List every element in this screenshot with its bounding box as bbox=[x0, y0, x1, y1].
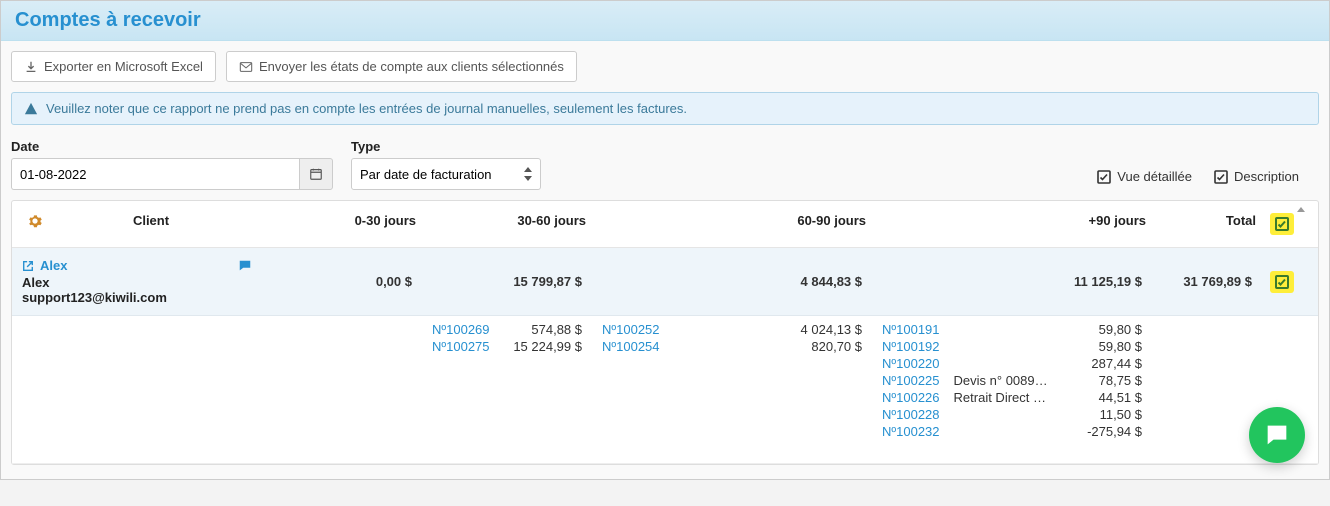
invoice-amount: 59,80 $ bbox=[1062, 322, 1142, 337]
send-statements-button[interactable]: Envoyer les états de compte aux clients … bbox=[226, 51, 577, 82]
invoice-item: Nº100226 Retrait Direct 21 déce… 44,51 $ bbox=[882, 390, 1142, 405]
invoice-link[interactable]: Nº100192 bbox=[882, 339, 940, 354]
row-checkbox[interactable] bbox=[1270, 271, 1294, 293]
invoice-amount: 287,44 $ bbox=[1062, 356, 1142, 371]
col-0-30: 0-30 jours bbox=[262, 211, 422, 230]
client-link-label: Alex bbox=[40, 258, 67, 273]
client-summary-row: Alex Alex support123@kiwili.com 0,00 $ 1… bbox=[12, 248, 1318, 316]
invoice-amount: 15 224,99 $ bbox=[502, 339, 582, 354]
invoice-link[interactable]: Nº100254 bbox=[602, 339, 660, 354]
invoice-description bbox=[954, 356, 1052, 371]
invoice-item: Nº100225 Devis n° 00890 : 30 % 78,75 $ bbox=[882, 373, 1142, 388]
invoice-item: Nº100269 574,88 $ bbox=[432, 322, 582, 337]
export-excel-button[interactable]: Exporter en Microsoft Excel bbox=[11, 51, 216, 82]
page-title: Comptes à recevoir bbox=[15, 9, 1315, 32]
export-excel-label: Exporter en Microsoft Excel bbox=[44, 59, 203, 74]
invoice-amount: 574,88 $ bbox=[502, 322, 582, 337]
invoice-item: Nº100252 4 024,13 $ bbox=[602, 322, 862, 337]
envelope-icon bbox=[239, 60, 253, 74]
client-name: Alex bbox=[22, 275, 252, 290]
invoice-amount: 4 024,13 $ bbox=[782, 322, 862, 337]
info-note-text: Veuillez noter que ce rapport ne prend p… bbox=[46, 101, 687, 116]
col-total: Total bbox=[1152, 211, 1262, 230]
invoice-item: Nº100228 11,50 $ bbox=[882, 407, 1142, 422]
type-select[interactable]: Par date de facturation bbox=[351, 158, 541, 190]
invoice-description bbox=[954, 339, 1052, 354]
invoice-link[interactable]: Nº100252 bbox=[602, 322, 660, 337]
invoice-link[interactable]: Nº100191 bbox=[882, 322, 940, 337]
date-label: Date bbox=[11, 139, 333, 154]
download-icon bbox=[24, 60, 38, 74]
invoice-description bbox=[954, 407, 1052, 422]
warning-icon bbox=[24, 102, 38, 116]
invoice-description: Retrait Direct 21 déce… bbox=[954, 390, 1052, 405]
invoice-amount: 44,51 $ bbox=[1062, 390, 1142, 405]
invoice-link[interactable]: Nº100228 bbox=[882, 407, 940, 422]
col-90-plus: +90 jours bbox=[872, 211, 1152, 230]
invoice-item: Nº100220 287,44 $ bbox=[882, 356, 1142, 371]
invoice-item: Nº100232 -275,94 $ bbox=[882, 424, 1142, 439]
invoice-item: Nº100192 59,80 $ bbox=[882, 339, 1142, 354]
invoice-amount: 820,70 $ bbox=[782, 339, 862, 354]
comment-icon[interactable] bbox=[238, 259, 252, 273]
invoice-description: Devis n° 00890 : 30 % bbox=[954, 373, 1052, 388]
detailed-view-label: Vue détaillée bbox=[1117, 169, 1192, 184]
invoice-description bbox=[954, 424, 1052, 439]
col-30-60: 30-60 jours bbox=[422, 211, 592, 230]
chat-icon bbox=[1263, 421, 1291, 449]
external-link-icon bbox=[22, 260, 34, 272]
client-link[interactable]: Alex bbox=[22, 258, 67, 273]
invoice-amount: -275,94 $ bbox=[1062, 424, 1142, 439]
invoice-link[interactable]: Nº100220 bbox=[882, 356, 940, 371]
description-toggle[interactable]: Description bbox=[1214, 169, 1299, 184]
invoice-amount: 78,75 $ bbox=[1062, 373, 1142, 388]
invoice-amount: 11,50 $ bbox=[1062, 407, 1142, 422]
detailed-view-toggle[interactable]: Vue détaillée bbox=[1097, 169, 1192, 184]
sum-60-90: 4 844,83 $ bbox=[592, 274, 872, 289]
checkbox-checked-icon bbox=[1214, 170, 1228, 184]
calendar-icon bbox=[309, 167, 323, 181]
client-email: support123@kiwili.com bbox=[22, 290, 252, 305]
date-picker-button[interactable] bbox=[299, 158, 333, 190]
gear-icon[interactable] bbox=[18, 214, 46, 228]
info-note: Veuillez noter que ce rapport ne prend p… bbox=[11, 92, 1319, 125]
invoice-link[interactable]: Nº100275 bbox=[432, 339, 490, 354]
invoice-link[interactable]: Nº100226 bbox=[882, 390, 940, 405]
type-label: Type bbox=[351, 139, 541, 154]
select-all-checkbox[interactable] bbox=[1270, 213, 1294, 235]
toolbar: Exporter en Microsoft Excel Envoyer les … bbox=[1, 41, 1329, 92]
client-detail-row: Nº100269 574,88 $ Nº100275 15 224,99 $ Nº10… bbox=[12, 316, 1318, 464]
invoice-item: Nº100191 59,80 $ bbox=[882, 322, 1142, 337]
invoice-link[interactable]: Nº100269 bbox=[432, 322, 490, 337]
invoice-item: Nº100254 820,70 $ bbox=[602, 339, 862, 354]
col-60-90: 60-90 jours bbox=[592, 211, 872, 230]
invoice-item: Nº100275 15 224,99 $ bbox=[432, 339, 582, 354]
sum-total: 31 769,89 $ bbox=[1152, 274, 1262, 289]
invoice-description bbox=[954, 322, 1052, 337]
invoice-link[interactable]: Nº100225 bbox=[882, 373, 940, 388]
column-sort-icon[interactable] bbox=[1296, 207, 1314, 225]
checkbox-checked-icon bbox=[1097, 170, 1111, 184]
col-client: Client bbox=[46, 213, 256, 228]
chat-widget[interactable] bbox=[1249, 407, 1305, 463]
filters-bar: Date Type Par date de facturation bbox=[1, 139, 1329, 200]
invoice-amount: 59,80 $ bbox=[1062, 339, 1142, 354]
report-panel: Client 0-30 jours 30-60 jours 60-90 jour… bbox=[11, 200, 1319, 465]
page-header: Comptes à recevoir bbox=[1, 1, 1329, 41]
description-label: Description bbox=[1234, 169, 1299, 184]
date-input[interactable] bbox=[11, 158, 299, 190]
sum-90-plus: 11 125,19 $ bbox=[872, 274, 1152, 289]
table-header: Client 0-30 jours 30-60 jours 60-90 jour… bbox=[12, 201, 1318, 248]
send-statements-label: Envoyer les états de compte aux clients … bbox=[259, 59, 564, 74]
invoice-link[interactable]: Nº100232 bbox=[882, 424, 940, 439]
sum-30-60: 15 799,87 $ bbox=[422, 274, 592, 289]
sum-0-30: 0,00 $ bbox=[262, 274, 422, 289]
